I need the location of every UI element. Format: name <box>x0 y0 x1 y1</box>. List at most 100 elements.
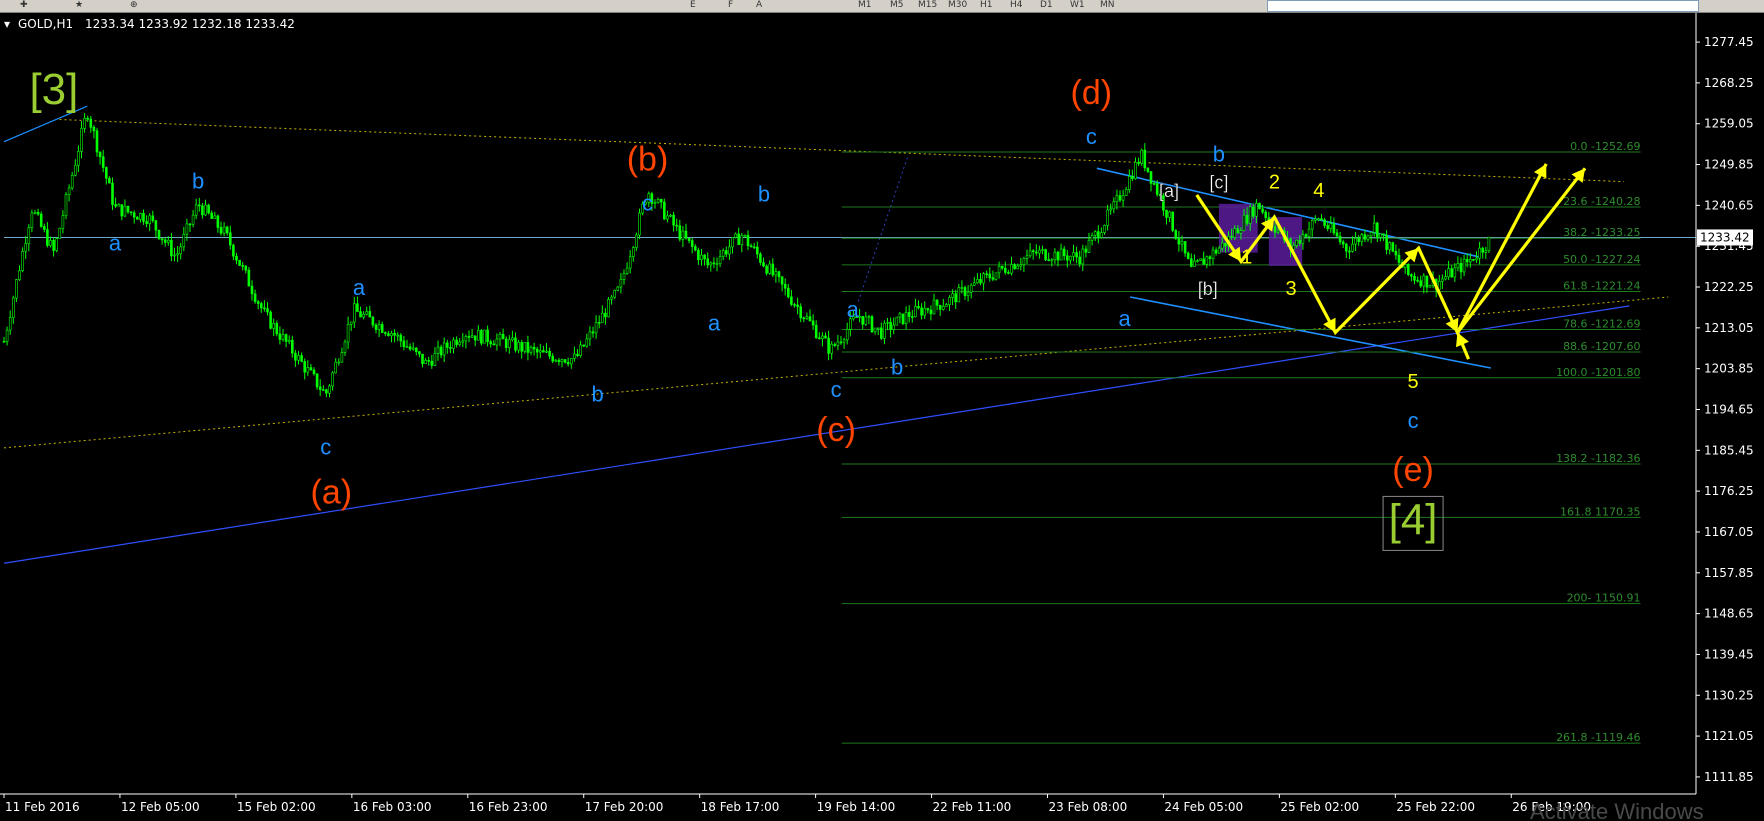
candle-body <box>89 118 93 128</box>
candle-body <box>18 270 21 280</box>
candle-body <box>1354 237 1357 245</box>
candle-body <box>1072 252 1075 257</box>
candle-body <box>473 335 477 341</box>
candle-body <box>979 279 982 284</box>
candle-body <box>1168 211 1171 218</box>
candle-body <box>160 238 164 241</box>
candle-body <box>1363 234 1367 240</box>
profiles-icon[interactable]: ★ <box>75 0 83 10</box>
candle-body <box>1360 234 1364 242</box>
candle-body <box>486 329 489 342</box>
candle-body <box>1180 241 1184 245</box>
tf-h1[interactable]: H1 <box>980 0 993 10</box>
wave-label: 2 <box>1269 171 1280 193</box>
candle-body <box>1022 258 1026 265</box>
candle-body <box>1258 202 1261 210</box>
candle-body <box>349 321 353 325</box>
candle-body <box>783 283 787 289</box>
candle-body <box>24 243 28 252</box>
candle-body <box>238 259 241 266</box>
candle-body <box>1255 202 1258 217</box>
candle-body <box>5 329 9 342</box>
tf-w1[interactable]: W1 <box>1070 0 1085 10</box>
candle-body <box>167 239 170 243</box>
candle-body <box>151 215 155 221</box>
candle-body <box>945 304 948 307</box>
wave-label: [4] <box>1389 495 1438 544</box>
candle-body <box>455 339 458 345</box>
candle-body <box>427 360 431 362</box>
candle-body <box>235 255 238 261</box>
candle-body <box>250 285 254 295</box>
candle-body <box>604 312 607 318</box>
candle-body <box>399 334 403 342</box>
tb-obj-f[interactable]: F <box>728 0 733 10</box>
candle-body <box>12 297 15 318</box>
candle-body <box>1307 228 1311 237</box>
wave-label: c <box>1408 408 1419 433</box>
candle-body <box>1320 218 1323 221</box>
candle-body <box>805 316 809 319</box>
candle-body <box>1211 249 1215 259</box>
tf-mn[interactable]: MN <box>1100 0 1115 10</box>
candle-body <box>359 311 362 318</box>
candle-body <box>1245 214 1249 224</box>
candle-body <box>445 342 449 348</box>
candle-body <box>39 213 43 227</box>
candle-body <box>678 225 682 240</box>
tb-obj-a[interactable]: A <box>756 0 762 10</box>
candle-body <box>948 297 951 305</box>
tf-d1[interactable]: D1 <box>1040 0 1053 10</box>
candle-body <box>839 341 843 344</box>
candle-body <box>1391 242 1395 252</box>
tf-h4[interactable]: H4 <box>1010 0 1023 10</box>
candle-body <box>1242 214 1246 231</box>
wave-label: a <box>1118 306 1131 331</box>
tf-m30[interactable]: M30 <box>948 0 967 10</box>
price-chart[interactable]: 0.0 -1252.69 23.6 -1240.28 38.2 -1233.25 50… <box>0 13 1764 821</box>
candle-body <box>318 386 322 390</box>
candle-body <box>21 250 24 272</box>
candle-body <box>1444 276 1447 280</box>
candle-body <box>222 226 226 234</box>
candle-body <box>762 262 765 267</box>
tb-obj-e[interactable]: E <box>690 0 696 10</box>
candle-body <box>1447 268 1450 278</box>
y-tick-label: 1277.45 <box>1704 35 1754 49</box>
candle-body <box>538 350 542 353</box>
y-tick-label: 1259.05 <box>1704 117 1754 131</box>
candle-body <box>176 253 179 256</box>
candle-body <box>188 223 192 226</box>
tf-m15[interactable]: M15 <box>918 0 937 10</box>
candle-body <box>585 338 589 347</box>
candle-body <box>1174 230 1178 239</box>
candle-body <box>718 256 722 265</box>
candle-body <box>1217 247 1221 254</box>
candle-body <box>709 262 713 266</box>
candle-body <box>799 306 803 319</box>
new-chart-icon[interactable]: ✚ <box>20 0 28 10</box>
wave-label: 1 <box>1241 247 1252 269</box>
candle-body <box>1338 235 1342 243</box>
search-input[interactable] <box>1267 0 1699 12</box>
tf-m5[interactable]: M5 <box>890 0 904 10</box>
wave-label: a <box>353 275 366 300</box>
candle-body <box>383 332 387 334</box>
candle-body <box>136 216 139 220</box>
candle-body <box>1140 149 1143 164</box>
candle-body <box>1112 201 1116 210</box>
candle-body <box>170 239 173 257</box>
candle-body <box>892 324 896 330</box>
candle-body <box>597 322 601 324</box>
candle-body <box>8 317 12 331</box>
tf-m1[interactable]: M1 <box>858 0 872 10</box>
candle-body <box>1115 195 1119 202</box>
candle-body <box>997 266 1001 274</box>
candle-body <box>740 235 744 245</box>
candle-body <box>731 237 734 248</box>
candle-body <box>1128 176 1131 190</box>
zoom-icon[interactable]: ⊕ <box>130 0 138 10</box>
candle-body <box>467 336 471 338</box>
candle-body <box>15 279 18 299</box>
candle-body <box>111 182 114 205</box>
